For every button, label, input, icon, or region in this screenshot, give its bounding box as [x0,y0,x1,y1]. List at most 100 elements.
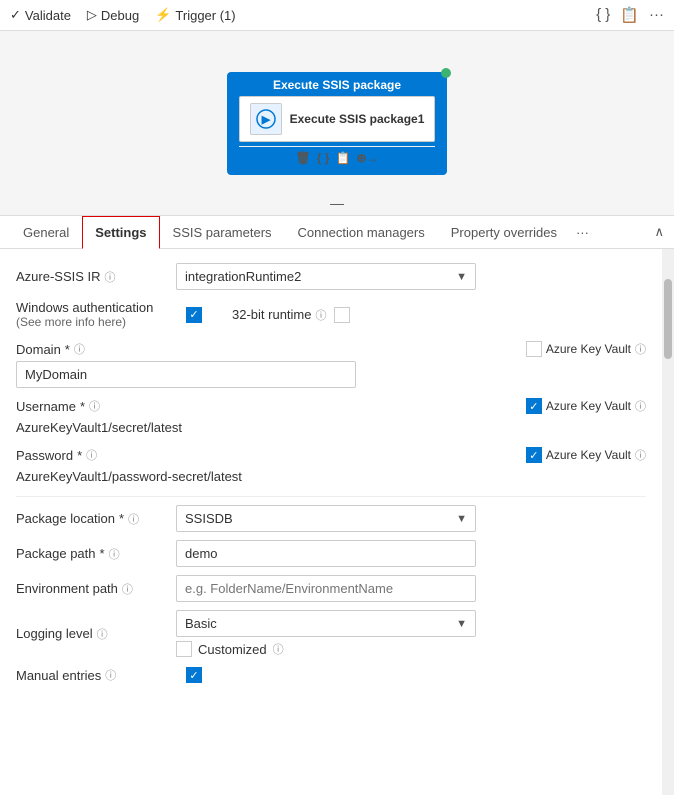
ir-value: integrationRuntime2 [185,269,301,284]
username-section: Username * ⓘ AzureKeyVault1/secret/lates… [16,398,646,437]
domain-vault: Azure Key Vault ⓘ [526,341,646,357]
password-vault-checkbox[interactable]: ✓ [526,447,542,463]
env-path-label: Environment path ⓘ [16,581,176,597]
activity-card[interactable]: Execute SSIS package ▶ Execute SSIS pack… [227,72,448,175]
tab-property-overrides[interactable]: Property overrides [438,216,570,249]
env-path-info-icon[interactable]: ⓘ [122,581,133,597]
card-actions: 🗑 { } 📋 ⊕→ [239,146,436,169]
pkg-location-value: SSISDB [185,511,233,526]
password-value: AzureKeyVault1/password-secret/latest [16,467,522,486]
password-info-icon[interactable]: ⓘ [86,447,97,463]
scrollbar-track[interactable] [662,249,674,795]
ir-dropdown[interactable]: integrationRuntime2 ▼ [176,263,476,290]
validate-label: Validate [25,8,71,23]
domain-vault-info-icon[interactable]: ⓘ [635,341,646,357]
manual-entries-label: Manual entries ⓘ [16,667,176,683]
copy-icon[interactable]: 📋 [335,151,350,165]
win-auth-checkbox[interactable]: ✓ [186,307,202,323]
username-info-icon[interactable]: ⓘ [89,398,100,414]
customized-info-icon[interactable]: ⓘ [273,641,284,657]
trigger-icon: ⚡ [155,7,171,23]
manual-entries-row: Manual entries ⓘ ✓ [16,667,646,683]
username-vault-row: ✓ Azure Key Vault ⓘ [526,398,646,414]
ir-row: Azure-SSIS IR ⓘ integrationRuntime2 ▼ [16,263,646,290]
tabs-collapse-button[interactable]: ∧ [654,224,664,240]
see-more-link: (See more info here) [16,315,176,329]
password-left: Password * ⓘ AzureKeyVault1/password-sec… [16,447,522,486]
winauth-right: ✓ 32-bit runtime ⓘ [186,307,646,323]
username-vault-checkbox[interactable]: ✓ [526,398,542,414]
debug-label: Debug [101,8,139,23]
status-dot [441,68,451,78]
tab-ssis-parameters[interactable]: SSIS parameters [160,216,285,249]
domain-vault-checkbox[interactable] [526,341,542,357]
card-name: Execute SSIS package1 [290,112,425,126]
code-icon[interactable]: { } [596,6,610,24]
domain-input[interactable] [16,361,356,388]
password-vault-row: ✓ Azure Key Vault ⓘ [526,447,646,463]
pkg-path-input[interactable] [176,540,476,567]
ir-info-icon[interactable]: ⓘ [105,269,116,285]
code-action-icon[interactable]: { } [317,151,330,165]
password-vault: ✓ Azure Key Vault ⓘ [526,447,646,463]
pkg-path-label: Package path * ⓘ [16,546,176,562]
username-value: AzureKeyVault1/secret/latest [16,418,522,437]
env-path-input[interactable] [176,575,476,602]
logging-arrow: ▼ [456,618,467,630]
logging-info-icon[interactable]: ⓘ [97,626,108,642]
logging-level-row: Logging level ⓘ Basic ▼ Customized ⓘ [16,610,646,657]
tab-general[interactable]: General [10,216,82,249]
runtime-label: 32-bit runtime ⓘ [232,307,350,323]
manual-entries-checkbox[interactable]: ✓ [186,667,202,683]
card-header: Execute SSIS package [273,78,401,92]
runtime-checkbox[interactable] [334,307,350,323]
scrollbar-thumb[interactable] [664,279,672,359]
toolbar-right: { } 📋 ··· [596,6,664,24]
customized-checkbox[interactable] [176,641,192,657]
username-left: Username * ⓘ AzureKeyVault1/secret/lates… [16,398,522,437]
username-vault: ✓ Azure Key Vault ⓘ [526,398,646,414]
domain-label: Domain * ⓘ [16,341,522,357]
more-icon[interactable]: ··· [649,6,664,24]
tabs-more-button[interactable]: ··· [570,217,595,248]
svg-text:▶: ▶ [260,114,270,126]
username-vault-info-icon[interactable]: ⓘ [635,398,646,414]
debug-button[interactable]: ▷ Debug [87,7,139,23]
domain-section: Domain * ⓘ Azure Key Vault ⓘ [16,341,646,388]
password-label: Password * ⓘ [16,447,522,463]
card-body: ▶ Execute SSIS package1 [239,96,436,142]
winauth-row: Windows authentication (See more info he… [16,300,646,329]
trigger-label: Trigger (1) [175,8,235,23]
separator [16,496,646,497]
domain-left: Domain * ⓘ [16,341,522,388]
tab-settings[interactable]: Settings [82,216,159,249]
trigger-button[interactable]: ⚡ Trigger (1) [155,7,235,23]
validate-button[interactable]: ✓ Validate [10,7,71,23]
connect-icon[interactable]: ⊕→ [356,151,378,165]
password-vault-label: Azure Key Vault [546,448,631,462]
winauth-label: Windows authentication (See more info he… [16,300,176,329]
manual-entries-info-icon[interactable]: ⓘ [105,667,116,683]
pkg-path-info-icon[interactable]: ⓘ [109,546,120,562]
delete-icon[interactable]: 🗑 [296,151,311,165]
username-label: Username * ⓘ [16,398,522,414]
monitor-icon[interactable]: 📋 [620,6,639,24]
domain-vault-label: Azure Key Vault [546,342,631,356]
password-section: Password * ⓘ AzureKeyVault1/password-sec… [16,447,646,486]
collapse-button[interactable]: — [330,195,344,211]
customized-row: Customized ⓘ [176,641,476,657]
username-vault-label: Azure Key Vault [546,399,631,413]
pkg-path-row: Package path * ⓘ [16,540,646,567]
logging-dropdown[interactable]: Basic ▼ [176,610,476,637]
runtime-info-icon[interactable]: ⓘ [315,307,326,323]
pkg-location-label: Package location * ⓘ [16,511,176,527]
pkg-location-row: Package location * ⓘ SSISDB ▼ [16,505,646,532]
domain-info-icon[interactable]: ⓘ [74,341,85,357]
pkg-location-info-icon[interactable]: ⓘ [128,511,139,527]
validate-icon: ✓ [10,7,21,23]
form-area: Azure-SSIS IR ⓘ integrationRuntime2 ▼ Wi… [0,249,662,795]
tab-connection-managers[interactable]: Connection managers [285,216,438,249]
pkg-location-dropdown[interactable]: SSISDB ▼ [176,505,476,532]
password-vault-info-icon[interactable]: ⓘ [635,447,646,463]
debug-icon: ▷ [87,7,97,23]
